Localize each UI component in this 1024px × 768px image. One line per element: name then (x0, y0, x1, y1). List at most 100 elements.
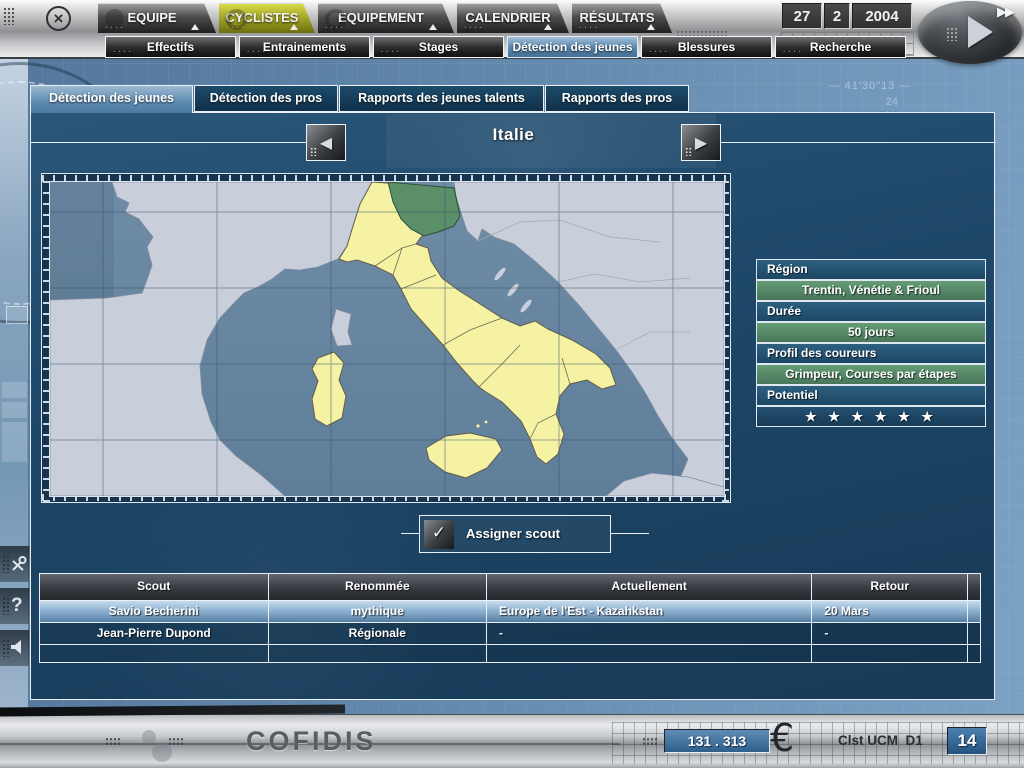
nav-tab-label: CALENDRIER (465, 10, 550, 25)
tab-detection-des-jeunes[interactable]: Détection des jeunes (30, 85, 193, 113)
cell-current: Europe de l'Est - Kazahkstan (487, 601, 812, 622)
info-value-duration: 50 jours (756, 322, 986, 343)
tab-dots: ···· (104, 24, 125, 32)
game-screen: — 41'30"13 — 24 543 545 549 ? Italie ◀ (0, 0, 1024, 768)
drag-dots (3, 7, 15, 25)
toolbar-detection-des-jeunes[interactable]: Détection des jeunes ···· (507, 36, 638, 58)
cell-return: - (812, 623, 968, 644)
toolbar-entrainements[interactable]: Entrainements ···· (239, 36, 370, 58)
tools-icon (9, 554, 27, 572)
button-dots (310, 147, 317, 156)
toolbar-label: Effectifs (147, 40, 194, 54)
cell-renown: mythique (269, 601, 488, 622)
tab-detection-des-pros[interactable]: Détection des pros (194, 85, 338, 112)
toolbar-label: Recherche (810, 40, 871, 54)
toolbar-label: Stages (419, 40, 458, 54)
header-return: Retour (812, 574, 968, 600)
nav-tab-cyclistes[interactable]: CYCLISTES ···· (219, 3, 315, 33)
toolbar-recherche[interactable]: Recherche ···· (775, 36, 906, 58)
button-dots: ···· (246, 48, 267, 56)
nav-tab-equipe[interactable]: EQUIPE ···· (98, 3, 216, 33)
scrollbar-track[interactable] (968, 574, 980, 600)
cell-current: - (487, 623, 812, 644)
button-dots: ···· (380, 48, 401, 56)
date-day[interactable]: 27 (782, 3, 822, 29)
table-row-empty (40, 645, 980, 662)
help-button[interactable]: ? (0, 588, 30, 624)
nav-tab-label: RÉSULTATS (579, 10, 654, 25)
tab-marker (191, 24, 199, 30)
nav-tab-label: EQUIPE (127, 10, 176, 25)
scrollbar-track[interactable] (968, 623, 980, 644)
info-value-profile: Grimpeur, Courses par étapes (756, 364, 986, 385)
next-country-button[interactable]: ▶ (681, 124, 721, 161)
toolbar-stages[interactable]: Stages ···· (373, 36, 504, 58)
button-dots: ···· (112, 48, 133, 56)
fast-forward-button[interactable]: ▶▶ (997, 5, 1013, 20)
button-dots: ···· (514, 48, 535, 56)
team-name-logo: COFIDIS (246, 726, 377, 757)
tab-dots: ···· (463, 24, 484, 32)
table-row[interactable]: Jean-Pierre Dupond Régionale - - (40, 623, 980, 645)
date-month[interactable]: 2 (824, 3, 850, 29)
info-label-profile: Profil des coureurs (756, 343, 986, 364)
toolbar-label: Entrainements (263, 40, 346, 54)
main-panel: Italie ◀ ▶ (30, 112, 995, 700)
nav-tab-resultats[interactable]: RÉSULTATS ···· (572, 3, 672, 33)
assign-scout-button[interactable]: ✓ Assigner scout (419, 515, 611, 553)
budget-display: 131 . 313 (664, 729, 770, 753)
scrollbar-track[interactable] (968, 645, 980, 662)
cell-scout: Savio Becherini (40, 601, 269, 622)
tab-marker (544, 24, 552, 30)
strip-decor (2, 382, 27, 398)
sound-button[interactable] (0, 630, 30, 666)
button-dots (685, 147, 692, 156)
nav-tab-equipement[interactable]: EQUIPEMENT ···· (318, 3, 454, 33)
toolbar-blessures[interactable]: Blessures ···· (641, 36, 772, 58)
strip-decor (2, 422, 27, 462)
tab-marker (647, 24, 655, 30)
toolbar-effectifs[interactable]: Effectifs ···· (105, 36, 236, 58)
previous-country-button[interactable]: ◀ (306, 124, 346, 161)
close-button[interactable]: × (46, 6, 71, 31)
button-dots: ···· (782, 48, 803, 56)
options-button[interactable] (0, 546, 30, 582)
decor-bubble (142, 730, 156, 744)
map-ruler-left (43, 174, 50, 502)
info-label-potential: Potentiel (756, 385, 986, 406)
strip-decor (2, 402, 27, 418)
header-renown: Renommée (269, 574, 488, 600)
decor-line (611, 533, 649, 534)
strip-decor-box (6, 306, 28, 324)
button-dots: ···· (648, 48, 669, 56)
scouting-map[interactable] (41, 173, 731, 503)
tab-marker (429, 24, 437, 30)
tab-dots: ···· (225, 24, 246, 32)
date-year[interactable]: 2004 (852, 3, 912, 29)
ranking-position: 14 (947, 727, 987, 755)
toolbar-label: Blessures (678, 40, 735, 54)
tab-rapports-jeunes-talents[interactable]: Rapports des jeunes talents (339, 85, 544, 112)
header-current: Actuellement (487, 574, 812, 600)
cell-scout: Jean-Pierre Dupond (40, 623, 269, 644)
close-icon: × (54, 9, 64, 28)
drag-dots (2, 597, 9, 615)
cell-return: 20 Mars (812, 601, 968, 622)
map-ruler-top (42, 175, 730, 182)
nav-tab-calendrier[interactable]: CALENDRIER ···· (457, 3, 569, 33)
coord-number: 24 (852, 95, 898, 109)
info-label-duration: Durée (756, 301, 986, 322)
decor-bubble (152, 742, 172, 762)
main-nav-tabs: EQUIPE ···· CYCLISTES ···· EQUIPEMENT ··… (98, 3, 672, 33)
region-sardinia[interactable] (312, 352, 346, 426)
check-icon: ✓ (424, 520, 454, 549)
scrollbar-track[interactable] (968, 601, 980, 622)
table-row[interactable]: Savio Becherini mythique Europe de l'Est… (40, 601, 980, 623)
nav-tab-label: EQUIPEMENT (338, 10, 424, 25)
assign-scout-label: Assigner scout (466, 516, 610, 552)
play-icon (968, 16, 993, 48)
drag-dots (2, 639, 9, 657)
tab-rapports-des-pros[interactable]: Rapports des pros (545, 85, 689, 112)
tab-marker (290, 24, 298, 30)
fast-forward-icon: ▶▶ (997, 5, 1013, 20)
